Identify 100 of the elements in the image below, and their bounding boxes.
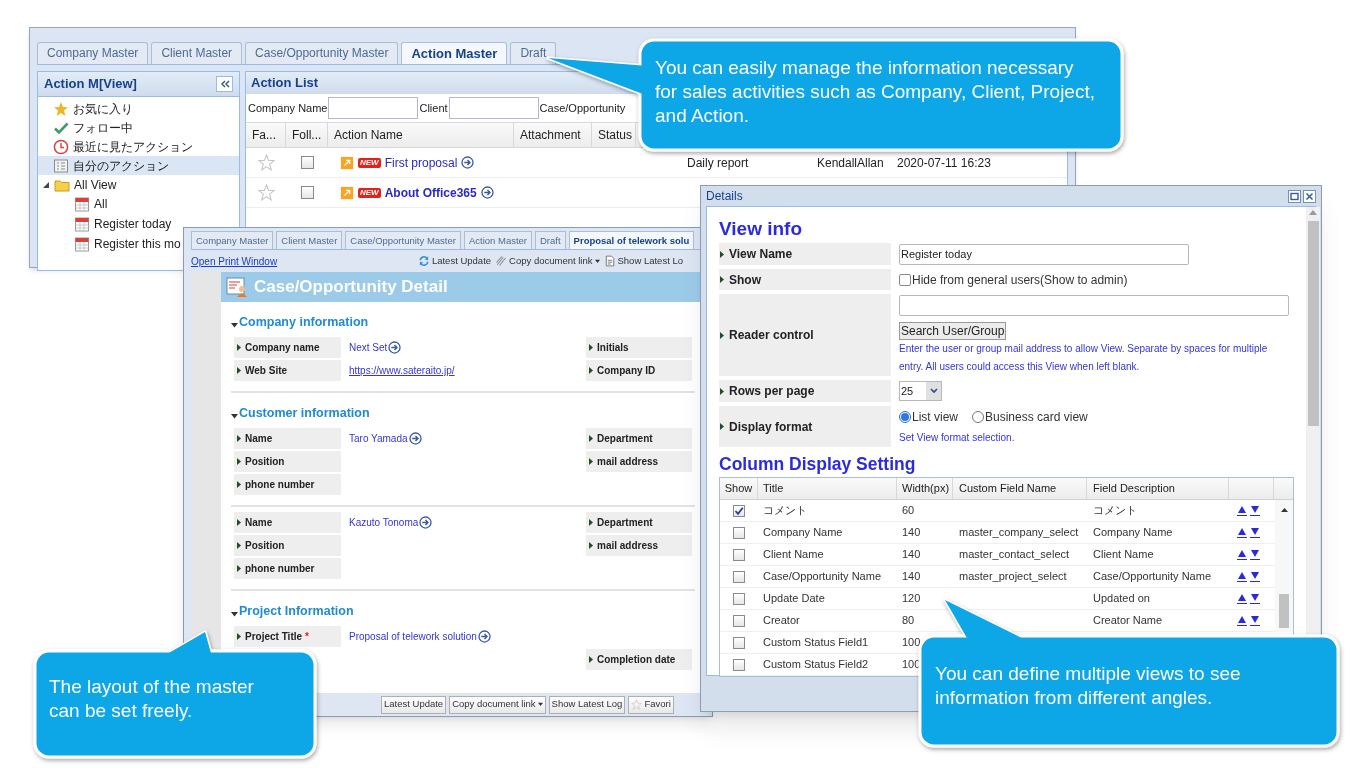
close-icon[interactable] <box>1303 189 1316 203</box>
footer-button[interactable]: Latest Update <box>381 695 447 714</box>
tab[interactable]: Action Master <box>401 42 508 64</box>
print-link[interactable]: Open Print Window <box>191 253 278 269</box>
up-arrow-icon[interactable] <box>1237 593 1247 604</box>
checkbox[interactable] <box>733 570 745 583</box>
input-field[interactable] <box>899 294 1289 316</box>
toolbar-button[interactable]: Copy document link <box>495 253 600 269</box>
down-arrow-icon[interactable] <box>1250 571 1260 582</box>
up-arrow-icon[interactable] <box>1237 505 1247 516</box>
down-arrow-icon[interactable] <box>1250 549 1260 560</box>
column-header[interactable]: Fa... <box>246 123 286 147</box>
star-icon[interactable] <box>257 184 275 201</box>
checkbox[interactable] <box>300 156 314 169</box>
arrow-circle-icon[interactable] <box>388 341 402 354</box>
scrollbar[interactable] <box>1275 500 1293 632</box>
collapse-button[interactable] <box>216 76 233 92</box>
checkbox[interactable] <box>733 526 745 539</box>
footer-button[interactable]: Favori <box>628 695 674 714</box>
column-header[interactable]: Custom Field Name <box>953 478 1087 499</box>
panel-title: Action List <box>251 74 319 93</box>
sidebar-item[interactable]: Register today <box>74 214 174 234</box>
up-arrow-icon[interactable] <box>1237 615 1247 626</box>
sidebar-item[interactable]: 最近に見たアクション <box>38 137 239 156</box>
field-link[interactable]: Next Set <box>349 340 388 355</box>
tab[interactable]: Company Master <box>191 231 274 249</box>
table-cell: Client Name <box>763 548 824 561</box>
search-button[interactable]: Search User/Group <box>899 321 1007 340</box>
footer-button[interactable]: Show Latest Log <box>548 695 626 714</box>
scrollbar-thumb[interactable] <box>1279 594 1289 628</box>
select-field[interactable]: 25 <box>899 381 942 401</box>
sidebar-item[interactable]: All View <box>38 175 239 194</box>
field-link[interactable]: Proposal of telework solution <box>349 629 477 644</box>
column-header[interactable]: Title <box>758 478 897 499</box>
down-arrow-icon[interactable] <box>1250 593 1260 604</box>
sidebar-item[interactable]: お気に入り <box>38 99 239 118</box>
table-cell: master_project_select <box>959 570 1067 583</box>
checkbox[interactable] <box>899 273 911 286</box>
sidebar-item[interactable]: All <box>74 194 110 214</box>
tab[interactable]: Client Master <box>276 231 343 249</box>
tab[interactable]: Client Master <box>151 42 243 64</box>
radio-option[interactable]: Business card view <box>972 408 1088 426</box>
arrow-circle-icon[interactable] <box>480 186 494 199</box>
checkbox[interactable] <box>733 636 745 649</box>
sidebar-item[interactable]: 自分のアクション <box>38 156 239 175</box>
action-link[interactable]: About Office365 <box>384 183 477 202</box>
arrow-circle-icon[interactable] <box>419 516 433 529</box>
scrollbar-thumb[interactable] <box>1307 221 1319 426</box>
scrollbar[interactable] <box>1306 207 1320 635</box>
sidebar-item[interactable]: Register this mo <box>74 234 183 254</box>
tab[interactable]: Case/Opportunity Master <box>345 231 461 249</box>
bullet-icon <box>720 250 725 258</box>
field-link[interactable]: Taro Yamada <box>349 431 408 446</box>
down-arrow-icon[interactable] <box>1250 505 1260 516</box>
checkbox[interactable] <box>733 658 745 671</box>
radio-option[interactable]: List view <box>899 408 958 426</box>
table-cell: 140 <box>902 548 921 561</box>
sidebar-item[interactable]: フォロー中 <box>38 118 239 137</box>
maximize-icon[interactable] <box>1288 189 1301 203</box>
column-header[interactable]: Status <box>592 123 636 147</box>
column-header[interactable]: Field Description <box>1087 478 1229 499</box>
caret-icon <box>231 322 238 328</box>
up-arrow-icon[interactable] <box>1237 549 1247 560</box>
down-arrow-icon[interactable] <box>1250 527 1260 538</box>
toolbar-button[interactable]: Latest Update <box>417 253 492 269</box>
column-header[interactable]: Width(px) <box>897 478 953 499</box>
bullet-icon <box>589 367 594 374</box>
footer-button[interactable]: Copy document link <box>449 695 546 714</box>
checkbox[interactable] <box>733 614 745 627</box>
tab[interactable]: Case/Opportunity Master <box>245 42 399 64</box>
tab[interactable]: Company Master <box>37 42 149 64</box>
arrow-circle-icon[interactable] <box>477 630 491 643</box>
input-field[interactable]: Register today <box>899 243 1189 265</box>
star-icon[interactable] <box>257 154 275 171</box>
toolbar-button[interactable]: Show Latest Lo <box>603 253 683 269</box>
tab[interactable]: Action Master <box>463 231 532 249</box>
arrow-circle-icon[interactable] <box>408 432 422 445</box>
tab[interactable]: Draft <box>535 231 566 249</box>
down-arrow-icon[interactable] <box>1250 615 1260 626</box>
field-link[interactable]: Kazuto Tonoma <box>349 515 419 530</box>
up-arrow-icon[interactable] <box>1237 571 1247 582</box>
arrow-circle-icon[interactable] <box>461 156 475 169</box>
action-link[interactable]: First proposal <box>384 153 458 172</box>
tab[interactable]: Draft <box>510 42 557 64</box>
table-cell: 140 <box>902 526 921 539</box>
input-field[interactable] <box>328 97 419 119</box>
url-link[interactable]: https://www.sateraito.jp/ <box>349 363 455 378</box>
column-header[interactable]: Action Name <box>328 123 514 147</box>
column-header[interactable]: Attachment <box>514 123 592 147</box>
checkbox[interactable] <box>733 548 745 561</box>
column-header[interactable]: Foll... <box>286 123 328 147</box>
input-field[interactable] <box>448 97 539 119</box>
checkbox[interactable] <box>733 592 745 605</box>
bullet-icon <box>237 633 242 640</box>
checkbox[interactable] <box>733 504 745 517</box>
checkbox[interactable] <box>300 186 314 199</box>
field-label: Department <box>597 432 653 446</box>
tab[interactable]: Proposal of telework solu <box>568 231 695 249</box>
column-header[interactable]: Show <box>720 478 758 499</box>
up-arrow-icon[interactable] <box>1237 527 1247 538</box>
